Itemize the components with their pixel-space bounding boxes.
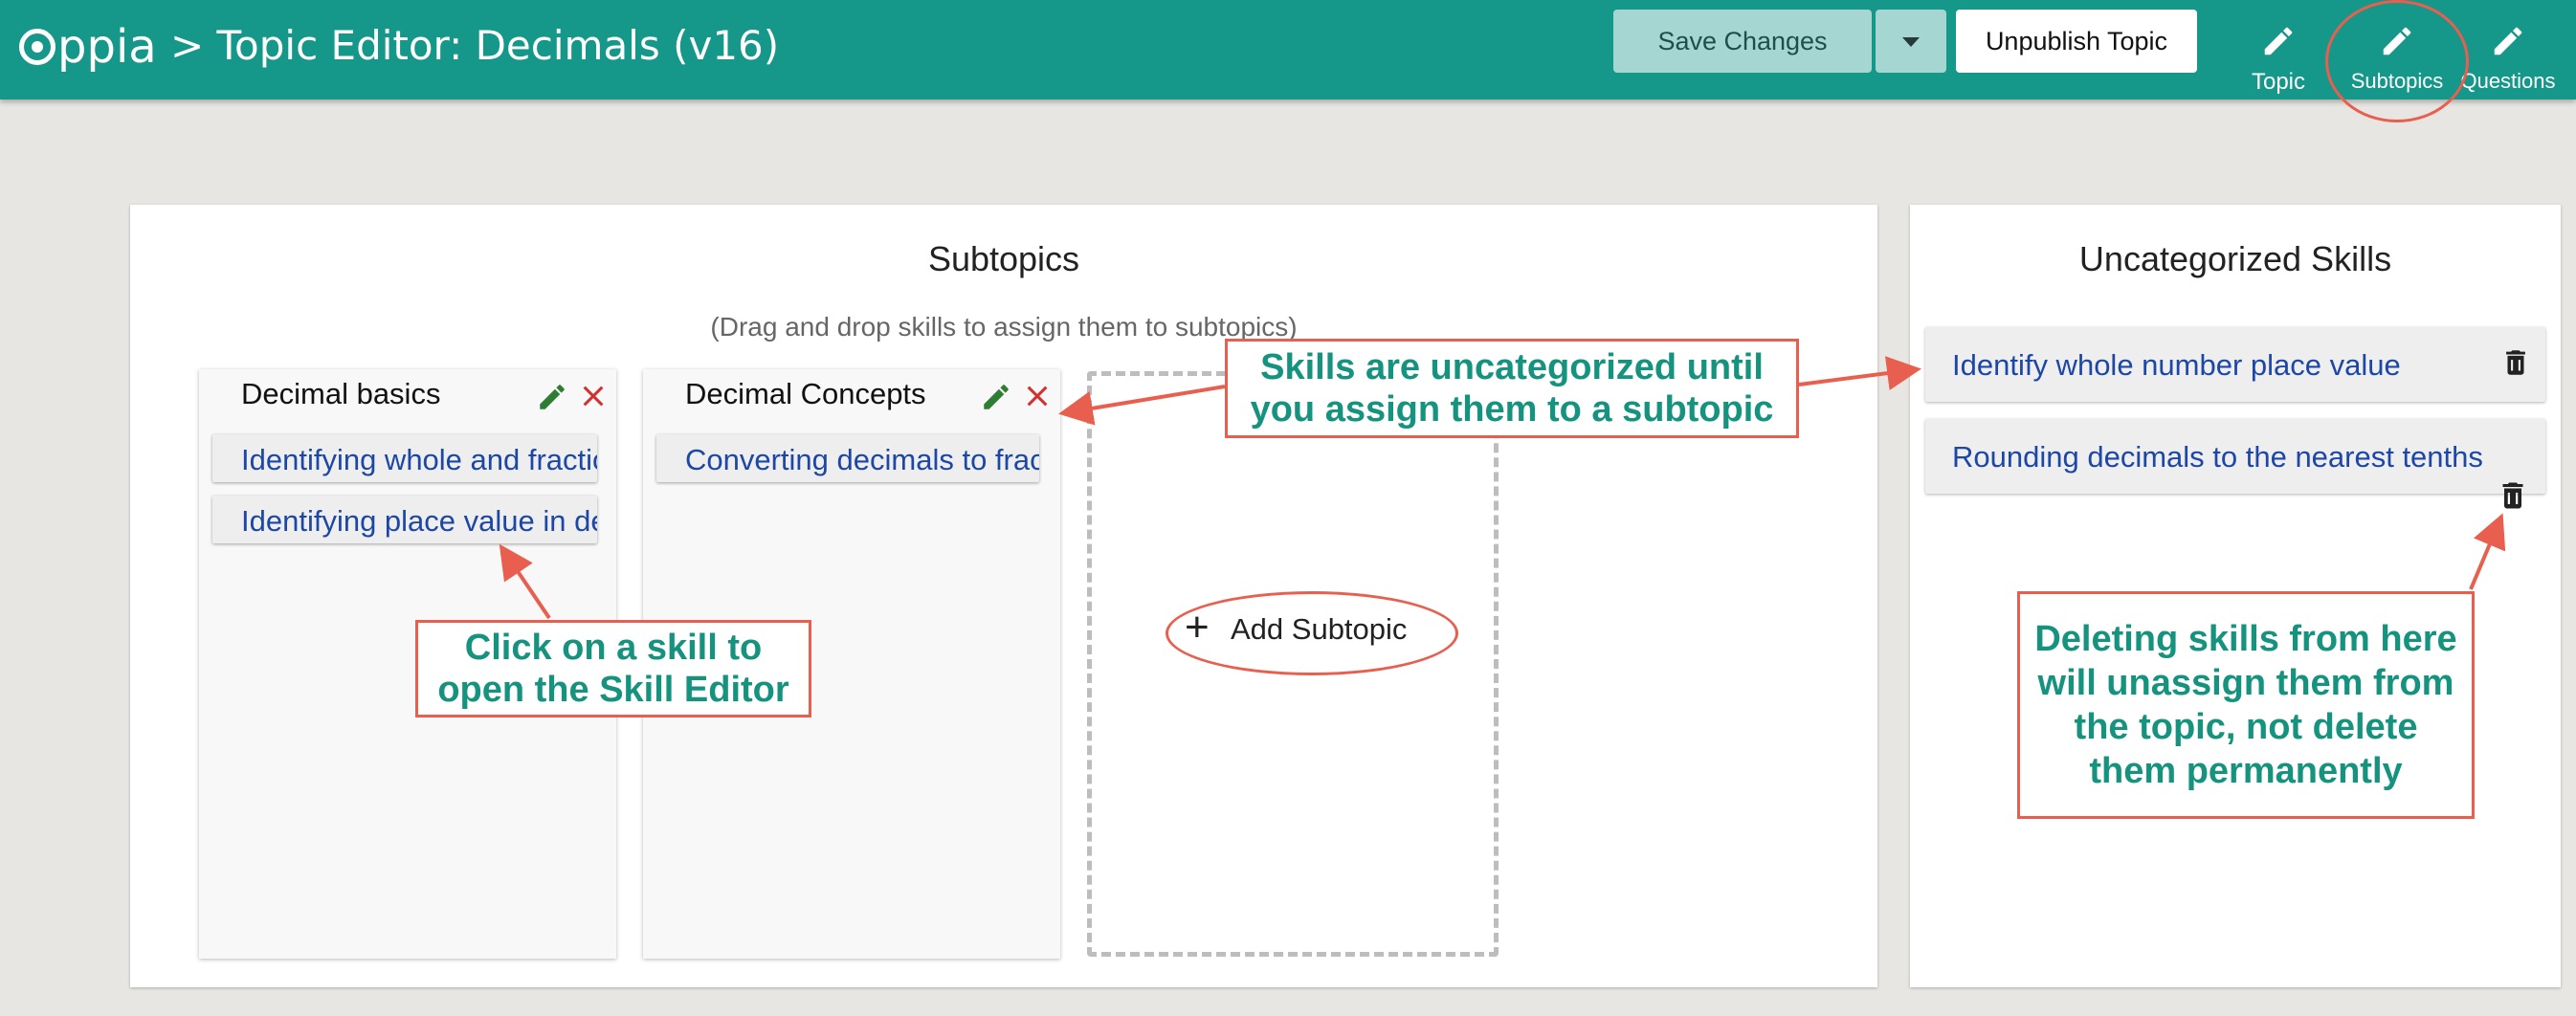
tab-topic[interactable]: Topic xyxy=(2221,19,2336,99)
skill-chip[interactable]: Converting decimals to fractions xyxy=(656,434,1039,482)
subtopic-name: Decimal basics xyxy=(241,377,441,410)
skill-editor-callout: Click on a skill to open the Skill Edito… xyxy=(415,620,811,718)
skill-link[interactable]: Identifying whole and fractional parts o… xyxy=(241,443,597,477)
pencil-icon xyxy=(2264,27,2293,55)
uncategorized-skills-title: Uncategorized Skills xyxy=(2078,239,2392,278)
subtopics-tab-highlight xyxy=(2325,0,2469,122)
trash-icon[interactable] xyxy=(2496,478,2530,513)
subtopics-title: Subtopics xyxy=(927,239,1080,278)
skill-chip[interactable]: Identifying place value in decimals xyxy=(212,496,597,543)
skill-link[interactable]: Identifying place value in decimals xyxy=(241,504,597,539)
uncategorized-skill-chip[interactable]: Rounding decimals to the nearest tenths xyxy=(1925,419,2545,509)
pencil-icon xyxy=(2494,27,2522,55)
edit-subtopic-icon[interactable] xyxy=(980,381,1012,413)
delete-subtopic-icon[interactable] xyxy=(1024,383,1051,409)
save-changes-button[interactable]: Save Changes xyxy=(1613,10,1872,73)
skill-link[interactable]: Rounding decimals to the nearest tenths xyxy=(1952,440,2483,475)
skill-link[interactable]: Identify whole number place value xyxy=(1952,348,2401,383)
skill-chip[interactable]: Identifying whole and fractional parts o… xyxy=(212,434,597,482)
oppia-logo-icon xyxy=(19,29,56,65)
top-navbar: ppia > Topic Editor: Decimals (v16) Save… xyxy=(0,0,2576,99)
add-subtopic-highlight xyxy=(1166,591,1458,675)
save-options-dropdown[interactable] xyxy=(1876,10,1946,73)
trash-icon[interactable] xyxy=(2499,346,2532,379)
skill-link[interactable]: Converting decimals to fractions xyxy=(685,443,1039,477)
edit-subtopic-icon[interactable] xyxy=(536,381,568,413)
delete-subtopic-icon[interactable] xyxy=(580,383,607,409)
page-title: > Topic Editor: Decimals (v16) xyxy=(170,22,780,69)
deleting-skills-callout: Deleting skills from here will unassign … xyxy=(2017,591,2475,819)
deleting-skills-callout-text: Deleting skills from here will unassign … xyxy=(2034,619,2457,791)
tab-questions-label: Questions xyxy=(2460,69,2556,93)
logo-text: ppia xyxy=(57,20,157,74)
tab-topic-label: Topic xyxy=(2251,69,2306,95)
skill-editor-callout-text: Click on a skill to open the Skill Edito… xyxy=(437,628,789,710)
unpublish-topic-button[interactable]: Unpublish Topic xyxy=(1956,10,2197,73)
uncategorized-callout: Skills are uncategorized until you assig… xyxy=(1225,339,1799,438)
uncategorized-skill-chip[interactable]: Identify whole number place value xyxy=(1925,327,2545,402)
subtopic-name: Decimal Concepts xyxy=(685,377,926,410)
oppia-logo[interactable]: ppia xyxy=(19,13,157,80)
uncategorized-callout-text: Skills are uncategorized until you assig… xyxy=(1250,347,1774,430)
